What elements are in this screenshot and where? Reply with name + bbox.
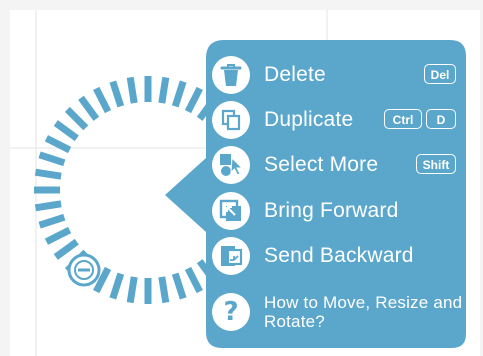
duplicate-icon [212,101,250,139]
minus-circle-icon [74,260,94,280]
menu-item-help[interactable]: ? How to Move, Resize and Rotate? [206,286,464,338]
menu-item-label: Duplicate [264,108,354,131]
ring-segment [53,120,79,142]
ring-segment [126,76,138,104]
ring-segment [171,272,187,300]
ring-segment [44,135,72,154]
menu-item-label: Delete [264,63,326,86]
ring-segment [78,95,100,121]
menu-item-send-backward[interactable]: Send Backward [206,233,464,279]
menu-item-label: Bring Forward [264,199,399,222]
select-more-icon [212,146,250,184]
ring-segment [171,80,187,108]
ring-segment [184,86,203,114]
ring-segment [64,106,89,131]
trash-icon [212,56,250,94]
ring-segment [158,276,170,304]
ring-segment [53,238,79,260]
rotate-handle[interactable] [67,253,101,287]
menu-item-bring-forward[interactable]: Bring Forward [206,188,464,234]
ring-segment [126,276,138,304]
menu-item-duplicate[interactable]: Duplicate Ctrl D [206,97,464,143]
send-backward-icon [212,237,250,275]
bring-forward-icon [212,192,250,230]
ring-segment [109,80,125,108]
ring-segment [38,213,66,229]
ring-segment [93,86,112,114]
menu-item-label: Send Backward [264,244,414,267]
menu-item-select-more[interactable]: Select More Shift [206,142,464,188]
ring-segment [38,151,66,167]
ring-segment [158,76,170,104]
menu-item-label: How to Move, Resize and Rotate? [264,293,463,331]
ring-segment [109,272,125,300]
ring-segment [44,226,72,245]
shortcut-key: D [426,109,456,129]
ring-segment [34,168,62,180]
menu-item-delete[interactable]: Delete Del [206,52,464,98]
ring-segment [34,200,62,212]
shortcut-key: Ctrl [384,109,422,129]
menu-item-label: Select More [264,153,379,176]
shortcut-key: Del [424,64,456,84]
ring-segment [184,266,203,294]
shortcut-key: Shift [416,154,456,174]
question-icon: ? [212,293,250,331]
